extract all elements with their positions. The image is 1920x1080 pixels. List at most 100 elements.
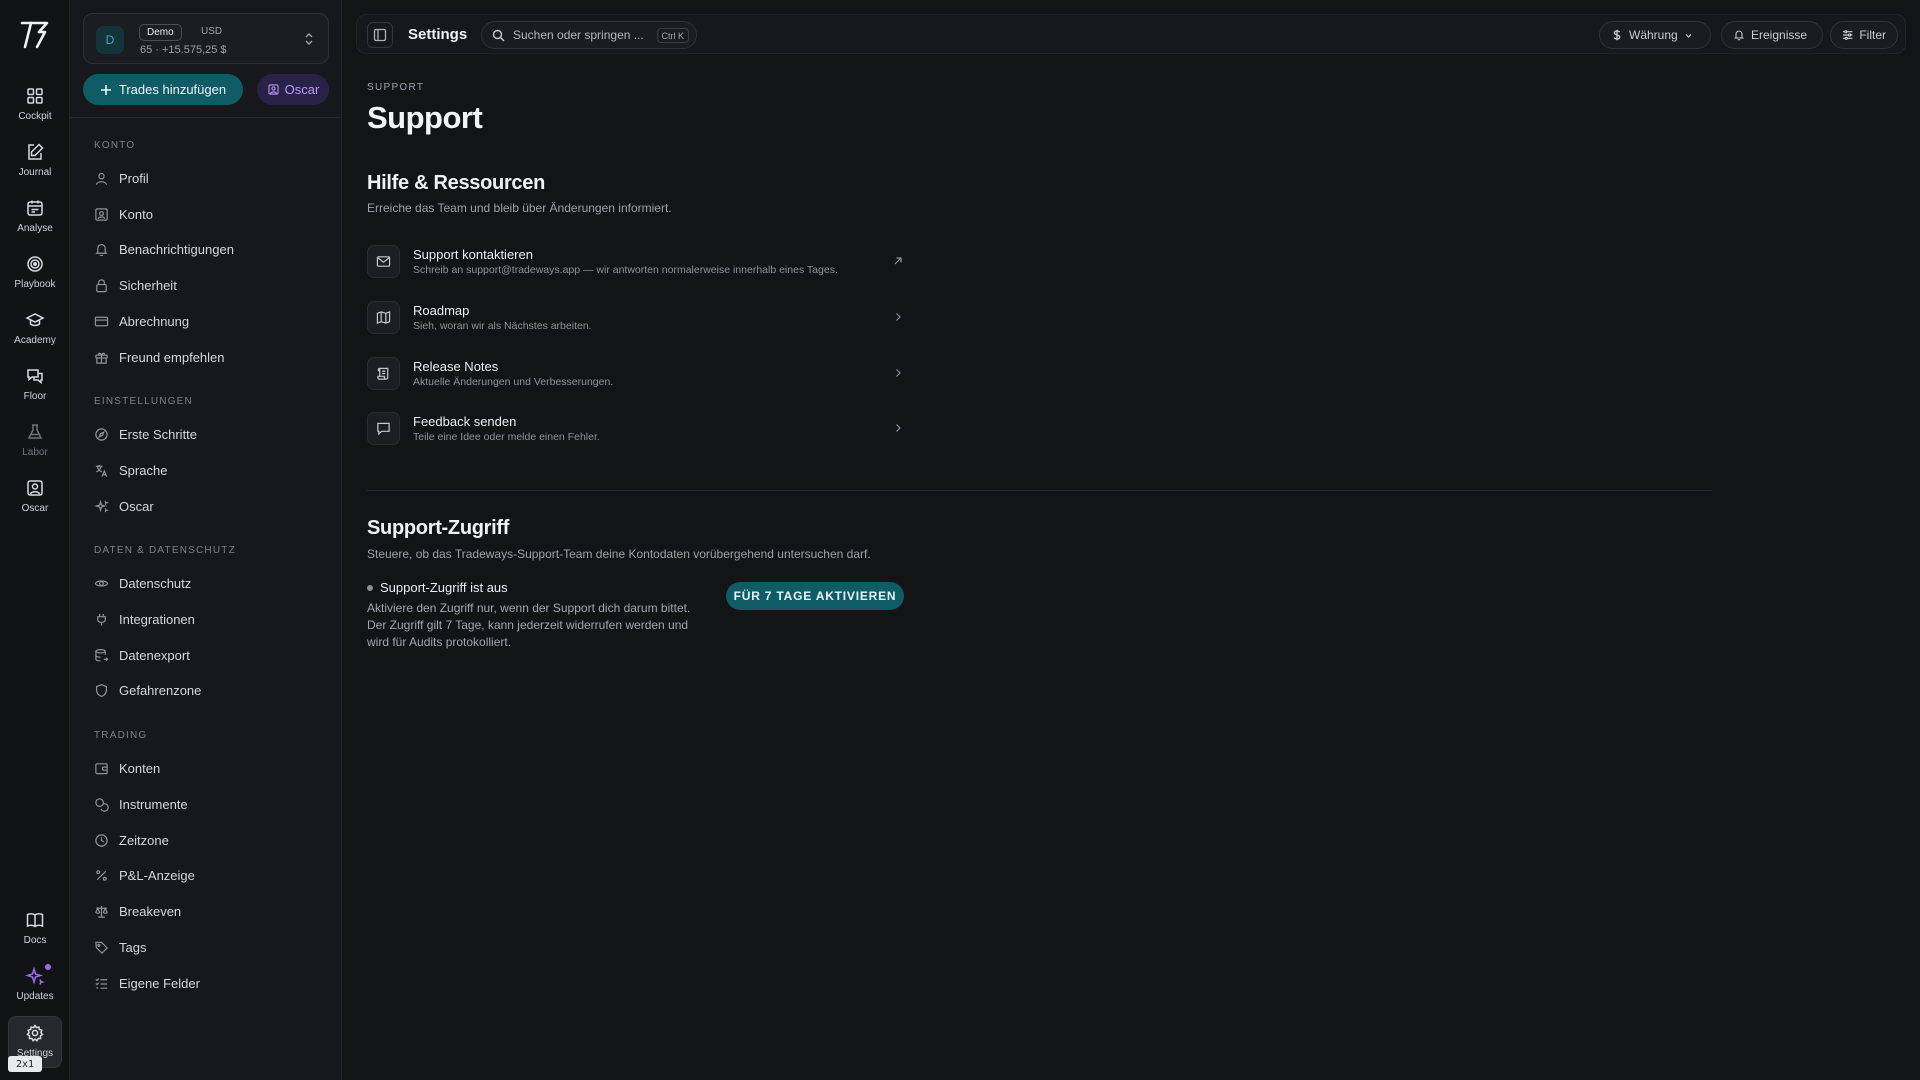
sidebar-toggle-button[interactable]	[367, 22, 393, 48]
sidebar-item-instrumente[interactable]: Instrumente	[86, 789, 326, 819]
section-heading-trading: TRADING	[94, 730, 148, 741]
sidebar-item-label: Abrechnung	[119, 313, 190, 329]
section-description-support-access: Steuere, ob das Tradeways-Support-Team d…	[367, 547, 871, 561]
gift-icon	[95, 352, 108, 364]
activate-support-access-button[interactable]: FÜR 7 TAGE AKTIVIEREN	[726, 582, 904, 610]
graduation-cap-icon	[25, 313, 45, 327]
icon-rail: Cockpit Journal Analyse Playbook Academy…	[0, 0, 70, 1080]
search-input[interactable]	[513, 28, 653, 42]
shield-icon	[96, 683, 107, 697]
lock-icon	[96, 278, 107, 292]
divider	[70, 117, 342, 118]
avatar: D	[96, 26, 124, 54]
plus-icon	[100, 84, 111, 95]
external-link-icon	[894, 257, 902, 265]
sidebar-item-tags[interactable]: Tags	[86, 932, 326, 962]
overlay-badge: 2x1	[8, 1056, 42, 1072]
sidebar-item-konto[interactable]: Konto	[86, 199, 326, 229]
sliders-icon	[1842, 30, 1853, 40]
sidebar-item-label: Sprache	[119, 462, 168, 478]
sidebar-item-abrechnung[interactable]: Abrechnung	[86, 306, 326, 336]
grid-icon	[27, 88, 43, 104]
sidebar-item-label: Integrationen	[119, 611, 195, 627]
notification-dot	[45, 964, 51, 970]
sidebar-item-oscar[interactable]: Oscar	[86, 491, 326, 521]
rail-item-playbook[interactable]: Playbook	[8, 248, 62, 300]
chevron-right-icon	[896, 313, 901, 321]
panel-left-icon	[373, 28, 387, 42]
rail-label: Updates	[16, 991, 54, 1002]
sidebar-item-pl-anzeige[interactable]: P&L-Anzeige	[86, 860, 326, 890]
sidebar-item-benachrichtigungen[interactable]: Benachrichtigungen	[86, 234, 326, 264]
filter-button[interactable]: Filter	[1830, 21, 1898, 49]
resource-item-roadmap[interactable]: Roadmap Sieh, woran wir als Nächstes arb…	[367, 293, 904, 343]
chevron-up-down-icon	[305, 33, 313, 45]
sidebar-item-gefahrenzone[interactable]: Gefahrenzone	[86, 675, 326, 705]
add-trades-button[interactable]: Trades hinzufügen	[83, 74, 243, 105]
sidebar-item-datenexport[interactable]: Datenexport	[86, 640, 326, 670]
sidebar-item-sicherheit[interactable]: Sicherheit	[86, 270, 326, 300]
rail-label: Cockpit	[18, 111, 52, 122]
database-export-icon	[95, 648, 109, 662]
resource-item-subtitle: Teile eine Idee oder melde einen Fehler.	[413, 431, 600, 443]
sidebar-item-freund-empfehlen[interactable]: Freund empfehlen	[86, 342, 326, 372]
sidebar-item-label: Gefahrenzone	[119, 682, 202, 698]
rail-item-analyse[interactable]: Analyse	[8, 192, 62, 244]
chevron-down-icon	[1685, 33, 1692, 38]
section-heading-einstellungen: EINSTELLUNGEN	[94, 396, 193, 407]
top-bar: Settings Ctrl K Währung Ereignisse Filte…	[356, 14, 1906, 54]
sidebar-item-zeitzone[interactable]: Zeitzone	[86, 825, 326, 855]
section-heading-konto: KONTO	[94, 140, 136, 151]
sidebar-item-label: Datenexport	[119, 647, 190, 663]
sidebar-item-integrationen[interactable]: Integrationen	[86, 604, 326, 634]
page-title: Support	[367, 100, 483, 135]
translate-icon	[95, 464, 108, 477]
account-switcher[interactable]: D Demo USD 65 · +15.575,25 $	[83, 13, 329, 64]
sidebar-item-erste-schritte[interactable]: Erste Schritte	[86, 419, 326, 449]
oscar-button[interactable]: Oscar	[257, 74, 329, 105]
rail-item-oscar[interactable]: Oscar	[8, 472, 62, 524]
rail-item-labor[interactable]: Labor	[8, 416, 62, 468]
currency-label: Währung	[1629, 28, 1678, 42]
sidebar-item-label: Datenschutz	[119, 575, 192, 591]
rail-item-updates[interactable]: Updates	[8, 960, 62, 1012]
sidebar-item-konten[interactable]: Konten	[86, 753, 326, 783]
message-icon	[367, 412, 400, 445]
coins-icon	[95, 797, 109, 812]
sidebar-item-eigene-felder[interactable]: Eigene Felder	[86, 968, 326, 998]
resource-item-title: Feedback senden	[413, 414, 517, 429]
rail-label: Oscar	[21, 503, 49, 514]
sparkles-icon	[94, 499, 109, 512]
rail-item-floor[interactable]: Floor	[8, 360, 62, 412]
rail-label: Academy	[14, 335, 56, 346]
eye-icon	[94, 579, 109, 587]
mail-icon	[367, 245, 400, 278]
book-icon	[26, 913, 44, 928]
rail-label: Analyse	[17, 223, 53, 234]
sidebar-item-sprache[interactable]: Sprache	[86, 455, 326, 485]
section-divider	[367, 490, 1712, 491]
sidebar-item-label: Erste Schritte	[119, 426, 198, 442]
user-square-icon	[27, 480, 43, 496]
sidebar-item-datenschutz[interactable]: Datenschutz	[86, 568, 326, 598]
tradeways-logo-icon[interactable]	[17, 17, 53, 53]
search-box[interactable]: Ctrl K	[481, 21, 697, 49]
edit-icon	[28, 143, 44, 160]
sidebar-item-label: P&L-Anzeige	[119, 867, 195, 883]
resource-item-release-notes[interactable]: Release Notes Aktuelle Änderungen und Ve…	[367, 349, 904, 399]
sidebar-item-breakeven[interactable]: Breakeven	[86, 896, 326, 926]
rail-item-cockpit[interactable]: Cockpit	[8, 80, 62, 132]
rail-item-academy[interactable]: Academy	[8, 304, 62, 356]
sparkle-icon	[25, 966, 45, 985]
sidebar-item-profil[interactable]: Profil	[86, 163, 326, 193]
resource-item-support-kontaktieren[interactable]: Support kontaktieren Schreib an support@…	[367, 237, 904, 287]
wallet-icon	[95, 762, 108, 774]
events-button[interactable]: Ereignisse	[1721, 21, 1823, 49]
plug-icon	[97, 613, 106, 626]
currency-dropdown[interactable]: Währung	[1599, 21, 1711, 49]
rail-item-docs[interactable]: Docs	[8, 904, 62, 956]
resource-item-feedback-senden[interactable]: Feedback senden Teile eine Idee oder mel…	[367, 404, 904, 454]
add-trades-label: Trades hinzufügen	[118, 82, 227, 97]
section-title-resources: Hilfe & Ressourcen	[367, 172, 545, 194]
rail-item-journal[interactable]: Journal	[8, 136, 62, 188]
